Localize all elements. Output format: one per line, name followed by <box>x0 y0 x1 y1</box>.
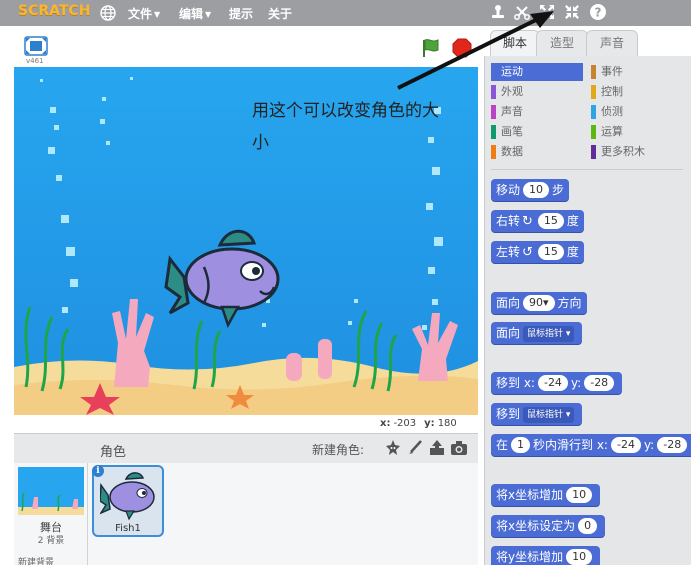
target-dropdown[interactable]: 鼠标指针 ▾ <box>523 407 575 423</box>
category-color-swatch <box>591 125 596 139</box>
category-color-swatch <box>491 145 496 159</box>
sprite-name: Fish1 <box>115 523 141 534</box>
menu-bar: SCRATCH 文件 ▼ 编辑 ▼ 提示 关于 ? <box>0 0 691 26</box>
y-input[interactable]: -28 <box>657 437 688 453</box>
green-flag-icon[interactable] <box>420 37 442 59</box>
new-sprite-label: 新建角色: <box>312 443 365 457</box>
mouse-y-value: 180 <box>437 418 457 429</box>
sprites-title: 角色 <box>100 445 127 460</box>
category-events[interactable]: 事件 <box>591 63 683 81</box>
shrink-icon[interactable] <box>563 3 581 21</box>
tab-scripts[interactable]: 脚本 <box>490 30 540 56</box>
seconds-input[interactable]: 1 <box>511 437 531 453</box>
tab-costumes[interactable]: 造型 <box>536 30 588 56</box>
annotation-text: 用这个可以改变角色的大小 <box>252 101 439 153</box>
category-control[interactable]: 控制 <box>591 83 683 101</box>
stage-thumbnail[interactable] <box>18 467 84 515</box>
x-value-input[interactable]: 0 <box>578 518 598 534</box>
block-set-x[interactable]: 将x坐标设定为 0 <box>491 515 606 537</box>
help-icon[interactable]: ? <box>589 3 607 21</box>
scratch-logo[interactable]: SCRATCH <box>18 3 90 19</box>
category-color-swatch <box>591 85 596 99</box>
rotate-counterclockwise-icon: ↺ <box>522 245 533 260</box>
duplicate-stamp-icon[interactable] <box>489 3 507 21</box>
block-glide[interactable]: 在 1 秒内滑行到 x: -24 y: -28 <box>491 434 691 456</box>
version-label: v461 <box>26 57 44 65</box>
camera-icon[interactable] <box>450 439 468 457</box>
mouse-coordinates: x: -203 y: 180 <box>380 418 457 429</box>
sprite-item-fish1[interactable]: i Fish1 <box>92 465 164 537</box>
menu-tips[interactable]: 提示 <box>229 5 253 22</box>
category-looks[interactable]: 外观 <box>491 83 583 101</box>
steps-input[interactable]: 10 <box>523 182 550 198</box>
block-change-x[interactable]: 将x坐标增加 10 <box>491 484 601 506</box>
category-color-swatch <box>491 85 496 99</box>
stage-header: v461 <box>14 33 478 67</box>
x-input[interactable]: -24 <box>610 437 641 453</box>
choose-sprite-from-library-icon[interactable] <box>384 439 402 457</box>
block-go-to[interactable]: 移到 鼠标指针 ▾ <box>491 403 583 425</box>
category-color-swatch <box>591 105 596 119</box>
category-data[interactable]: 数据 <box>491 143 583 161</box>
block-point-towards[interactable]: 面向 鼠标指针 ▾ <box>491 322 583 344</box>
new-backdrop-label: 新建背景 <box>18 558 55 565</box>
block-turn-right[interactable]: 右转 ↻ 15 度 <box>491 210 584 232</box>
mouse-x-value: -203 <box>393 418 417 429</box>
presentation-mode-icon[interactable] <box>24 36 48 56</box>
backdrop-count: 2 背景 <box>37 536 65 546</box>
category-sensing[interactable]: 侦测 <box>591 103 683 121</box>
upload-sprite-icon[interactable] <box>428 439 446 457</box>
target-dropdown[interactable]: 鼠标指针 ▾ <box>523 326 575 342</box>
block-change-y[interactable]: 将y坐标增加 10 <box>491 546 601 565</box>
category-color-swatch <box>491 105 496 119</box>
category-sound[interactable]: 声音 <box>491 103 583 121</box>
palette-divider <box>491 169 683 170</box>
category-motion[interactable]: 运动 <box>491 63 583 81</box>
y-change-input[interactable]: 10 <box>566 549 593 565</box>
rotate-clockwise-icon: ↻ <box>522 214 533 229</box>
block-turn-left[interactable]: 左转 ↺ 15 度 <box>491 241 584 263</box>
chevron-down-icon: ▼ <box>154 10 161 19</box>
block-categories: 运动 事件 外观 控制 声音 侦测 画笔 运算 数据 更多积木 <box>491 63 691 173</box>
category-pen[interactable]: 画笔 <box>491 123 583 141</box>
x-input[interactable]: -24 <box>537 375 568 391</box>
category-color-swatch <box>591 145 596 159</box>
stop-sign-icon[interactable] <box>452 38 472 58</box>
stage-selector[interactable]: 舞台 2 背景 新建背景 <box>14 463 88 565</box>
category-color-swatch <box>491 125 496 139</box>
tab-sounds[interactable]: 声音 <box>586 30 638 56</box>
block-point-in-direction[interactable]: 面向 90▾ 方向 <box>491 292 587 314</box>
sprite-pane-header: 角色 新建角色: <box>14 433 478 463</box>
grow-icon[interactable] <box>538 3 556 21</box>
chevron-down-icon: ▼ <box>205 10 212 19</box>
menu-file[interactable]: 文件 ▼ <box>128 5 160 22</box>
paint-brush-icon[interactable] <box>406 439 424 457</box>
sprite-list-area: 舞台 2 背景 新建背景 i Fish1 <box>14 463 478 565</box>
editor-tabs: 脚本 造型 声音 <box>484 30 691 56</box>
category-operators[interactable]: 运算 <box>591 123 683 141</box>
degrees-input[interactable]: 15 <box>537 244 564 260</box>
svg-text:?: ? <box>595 6 602 20</box>
y-input[interactable]: -28 <box>584 375 615 391</box>
cut-scissors-icon[interactable] <box>513 3 531 21</box>
block-move-steps[interactable]: 移动 10 步 <box>491 179 570 201</box>
menu-edit[interactable]: 编辑 ▼ <box>179 5 211 22</box>
language-globe-icon[interactable] <box>100 5 116 21</box>
fish1-thumbnail <box>100 472 155 521</box>
direction-input[interactable]: 90▾ <box>523 295 555 311</box>
degrees-input[interactable]: 15 <box>537 213 564 229</box>
category-more-blocks[interactable]: 更多积木 <box>591 143 683 161</box>
block-go-to-xy[interactable]: 移到 x: -24 y: -28 <box>491 372 623 394</box>
x-change-input[interactable]: 10 <box>566 487 593 503</box>
category-color-swatch <box>591 65 596 79</box>
menu-about[interactable]: 关于 <box>268 5 292 22</box>
